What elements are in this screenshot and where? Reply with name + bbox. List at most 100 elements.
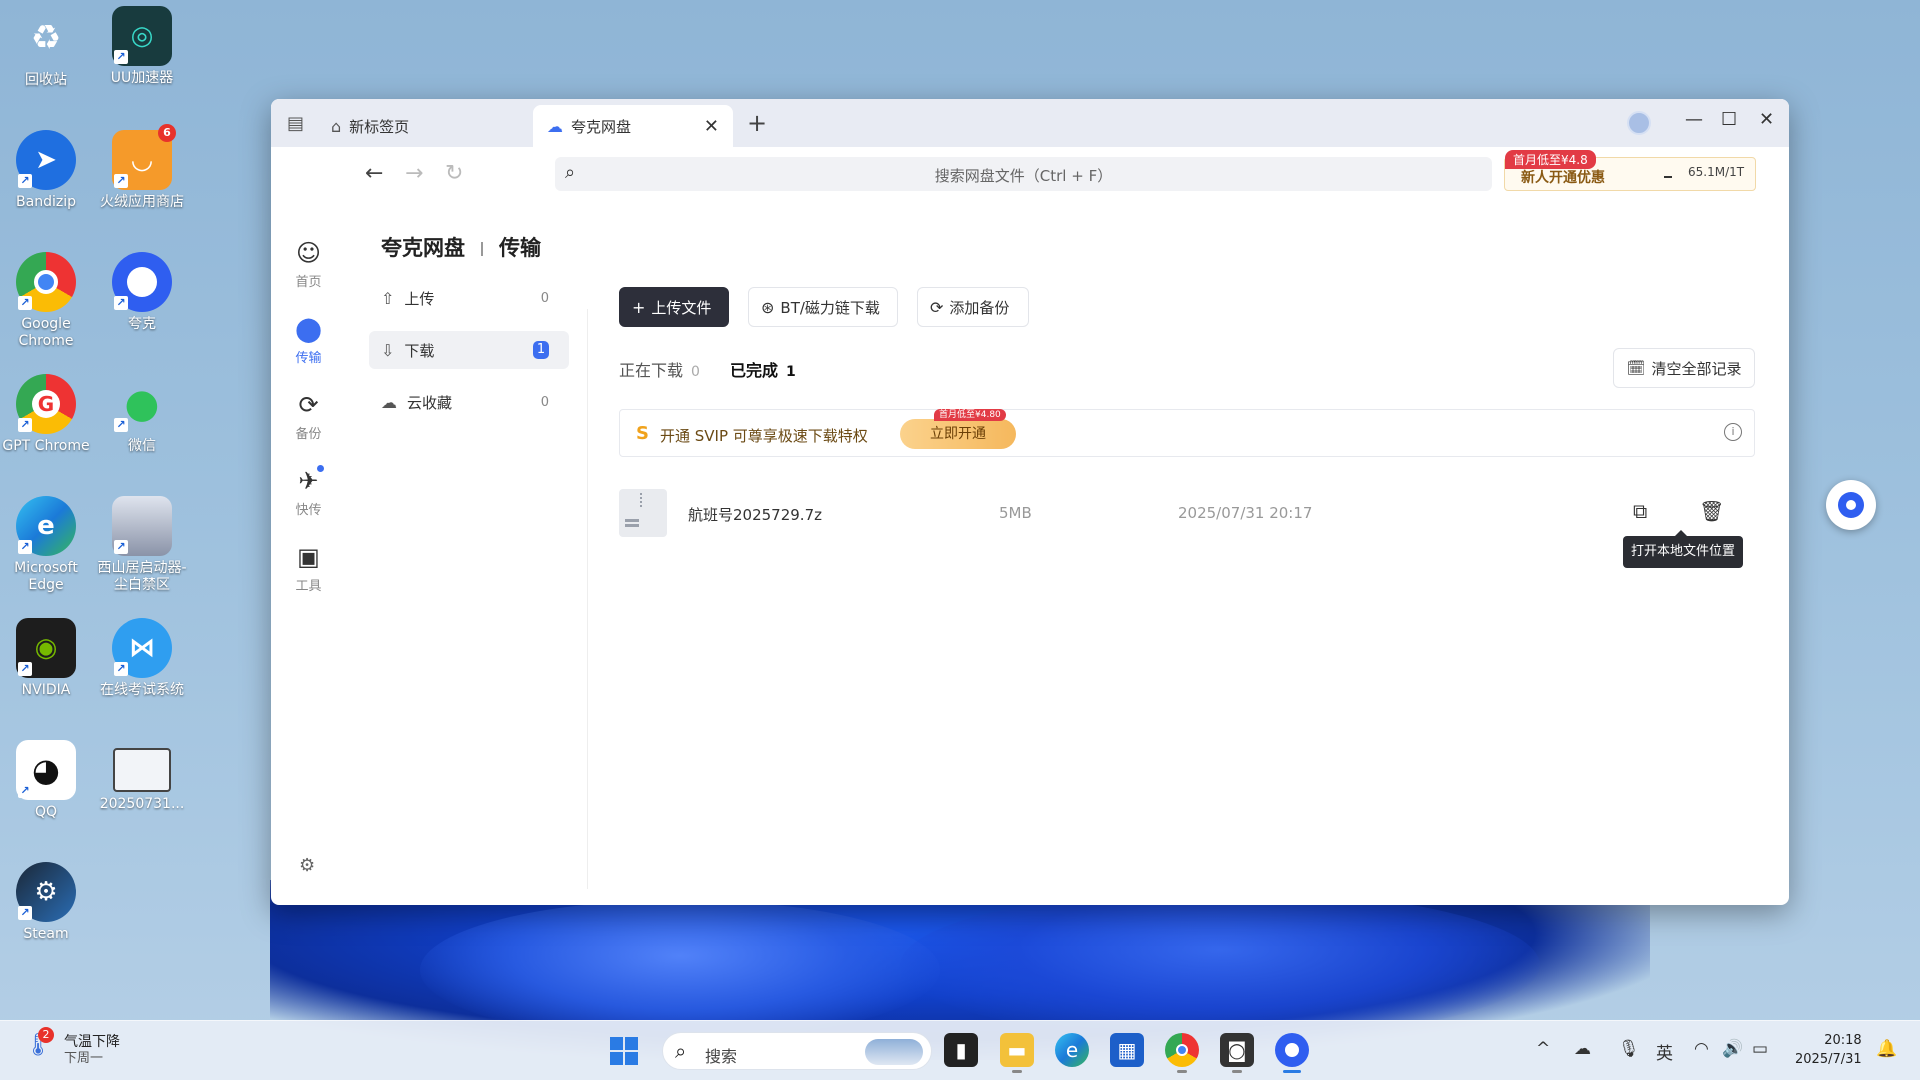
breadcrumb-root[interactable]: 夸克网盘: [381, 236, 465, 260]
bt-magnet-download-button[interactable]: ⊛ BT/磁力链下载: [748, 287, 898, 327]
settings-icon[interactable]: ⚙: [299, 855, 315, 876]
tab-downloading[interactable]: 正在下载 0: [619, 357, 700, 381]
chevron-up-icon[interactable]: ^: [1536, 1039, 1550, 1059]
file-name: 航班号2025729.7z: [688, 506, 822, 524]
start-button[interactable]: [610, 1037, 638, 1065]
desktop-icon-huorong-store[interactable]: ◡ ↗ 6 火绒应用商店: [94, 124, 190, 211]
clear-icon: 🗓: [1626, 359, 1646, 377]
rail-item-backup[interactable]: ⟳ 备份: [271, 391, 346, 442]
membership-promo[interactable]: 首月低至¥4.8 新人开通优惠 65.1M/1T: [1504, 150, 1756, 191]
weather-widget[interactable]: 🌡 2 气温下降 下周一: [24, 1027, 120, 1067]
volume-icon[interactable]: 🔊: [1722, 1039, 1743, 1059]
bandizip-icon: ➤ ↗: [16, 130, 76, 190]
desktop-icon-label: 西山居启动器-尘白禁区: [97, 560, 187, 593]
nav-download[interactable]: ⇩ 下载 1: [369, 331, 569, 369]
breadcrumb-separator: [481, 242, 483, 256]
desktop-icon-gpt-chrome[interactable]: G ↗ GPT Chrome: [0, 374, 94, 455]
nvidia-icon: ◉ ↗: [16, 618, 76, 678]
desktop-icon-exam-system[interactable]: ⋈ ↗ 在线考试系统: [94, 618, 190, 699]
desktop-icon-qq[interactable]: ◕ ↗ QQ: [0, 740, 94, 821]
desktop-icon-video-file[interactable]: 20250731...: [94, 740, 190, 813]
sidebar-toggle-icon[interactable]: ▤: [287, 113, 304, 134]
desktop-icon-quark[interactable]: ↗ 夸克: [94, 252, 190, 333]
desktop-icon-xishanju[interactable]: ↗ 西山居启动器-尘白禁区: [94, 496, 190, 594]
desktop-icon-uu[interactable]: ◎ ↗ UU加速器: [94, 6, 190, 87]
desktop-icon-label: 在线考试系统: [100, 682, 184, 698]
transfer-icon: ⬤: [295, 315, 322, 343]
minimize-icon[interactable]: —: [1685, 109, 1703, 130]
file-explorer-icon[interactable]: ▬: [1000, 1033, 1034, 1073]
taskbar: 🌡 2 气温下降 下周一 ⌕ 搜索 ▮ ▬ e ▦ ◙ ^ ☁ 🎙 英 ◠ 🔊 ▭…: [0, 1020, 1920, 1080]
avatar[interactable]: [1627, 111, 1651, 135]
desktop-icon-label: 20250731...: [99, 796, 185, 812]
refresh-icon[interactable]: ↻: [445, 161, 463, 186]
delete-icon[interactable]: 🗑: [1699, 499, 1724, 523]
chrome-taskbar-icon[interactable]: [1165, 1033, 1199, 1073]
store-icon[interactable]: ▦: [1110, 1033, 1144, 1067]
close-tab-icon[interactable]: ✕: [704, 116, 719, 137]
task-view-icon[interactable]: ▮: [944, 1033, 978, 1067]
nav-count: 0: [540, 394, 549, 410]
desktop-icon-steam[interactable]: ⚙ ↗ Steam: [0, 862, 94, 943]
desktop-icon-nvidia[interactable]: ◉ ↗ NVIDIA: [0, 618, 94, 699]
rail-item-send[interactable]: ✈ 快传: [271, 465, 346, 518]
desktop-icon-wechat[interactable]: ● ↗ 微信: [94, 374, 190, 455]
app-rail: ☺ 首页 ⬤ 传输 ⟳ 备份 ✈ 快传 ▣ 工具: [271, 207, 346, 905]
tab-quark-drive[interactable]: ☁ 夸克网盘 ✕: [533, 105, 733, 147]
wechat-icon: ● ↗: [112, 374, 172, 434]
weather-badge: 2: [38, 1027, 54, 1043]
close-window-icon[interactable]: ✕: [1759, 109, 1774, 130]
gpt-chrome-icon: G ↗: [16, 374, 76, 434]
divider: [587, 309, 588, 889]
edge-taskbar-icon[interactable]: e: [1055, 1033, 1089, 1067]
send-icon: ✈: [298, 467, 319, 495]
wifi-icon[interactable]: ◠: [1694, 1039, 1709, 1059]
desktop-icon-edge[interactable]: e ↗ Microsoft Edge: [0, 496, 94, 594]
maximize-icon[interactable]: ☐: [1721, 109, 1737, 130]
back-icon[interactable]: ←: [365, 161, 383, 186]
taskbar-search[interactable]: ⌕ 搜索: [662, 1032, 932, 1070]
upload-file-button[interactable]: + 上传文件: [619, 287, 729, 327]
forward-icon[interactable]: →: [405, 161, 423, 186]
table-row[interactable]: 航班号2025729.7z 5MB 2025/07/31 20:17 ⧉ 🗑: [619, 481, 1755, 537]
rail-item-transfer[interactable]: ⬤ 传输: [271, 315, 346, 366]
plus-icon: +: [632, 297, 646, 317]
promo-text: 新人开通优惠: [1521, 170, 1605, 186]
desktop-icon-label: Steam: [23, 926, 69, 942]
battery-icon[interactable]: ▭: [1752, 1039, 1768, 1059]
huorong-store-icon: ◡ ↗ 6: [112, 124, 176, 190]
desktop-icon-recycle-bin[interactable]: ♻ 回收站: [0, 8, 94, 89]
storage-quota: 65.1M/1T: [1688, 165, 1745, 179]
exam-system-icon: ⋈ ↗: [112, 618, 172, 678]
rail-item-tools[interactable]: ▣ 工具: [271, 543, 346, 594]
desktop-icon-label: UU加速器: [110, 70, 174, 86]
onedrive-icon[interactable]: ☁: [1574, 1039, 1591, 1059]
info-icon[interactable]: i: [1724, 423, 1742, 441]
quark-taskbar-icon[interactable]: [1275, 1033, 1309, 1073]
nav-cloud-favorites[interactable]: ☁ 云收藏 0: [369, 383, 569, 421]
subtab-count: 1: [786, 364, 796, 380]
nav-upload[interactable]: ⇧ 上传 0: [369, 279, 569, 317]
desktop-icon-label: Google Chrome: [18, 316, 74, 349]
clock[interactable]: 20:18 2025/7/31: [1795, 1031, 1862, 1069]
microphone-icon[interactable]: 🎙: [1618, 1039, 1640, 1059]
desktop-icon-chrome[interactable]: ↗ Google Chrome: [0, 252, 94, 350]
nav-count-badge: 1: [533, 341, 549, 359]
activate-now-button[interactable]: 立即开通: [900, 419, 1016, 449]
thermometer-icon: 🌡 2: [24, 1027, 54, 1063]
open-folder-icon[interactable]: ⧉: [1633, 499, 1647, 523]
new-tab-button[interactable]: +: [747, 109, 767, 137]
clear-all-records-button[interactable]: 🗓 清空全部记录: [1613, 348, 1755, 388]
notification-bell-icon[interactable]: 🔔: [1876, 1039, 1897, 1059]
input-language[interactable]: 英: [1656, 1039, 1673, 1064]
search-input[interactable]: ⌕ 搜索网盘文件（Ctrl + F）: [555, 157, 1492, 191]
add-backup-button[interactable]: ⟳ 添加备份: [917, 287, 1029, 327]
button-label: BT/磁力链下载: [780, 298, 880, 317]
backup-icon: ⟳: [298, 391, 319, 419]
game-bar-icon[interactable]: ◙: [1220, 1033, 1254, 1073]
desktop-icon-bandizip[interactable]: ➤ ↗ Bandizip: [0, 130, 94, 211]
rail-item-home[interactable]: ☺ 首页: [271, 239, 346, 290]
tab-new-tab[interactable]: ⌂ 新标签页: [331, 105, 503, 147]
quark-floating-button[interactable]: [1826, 480, 1876, 530]
tab-completed[interactable]: 已完成 1: [730, 357, 796, 381]
